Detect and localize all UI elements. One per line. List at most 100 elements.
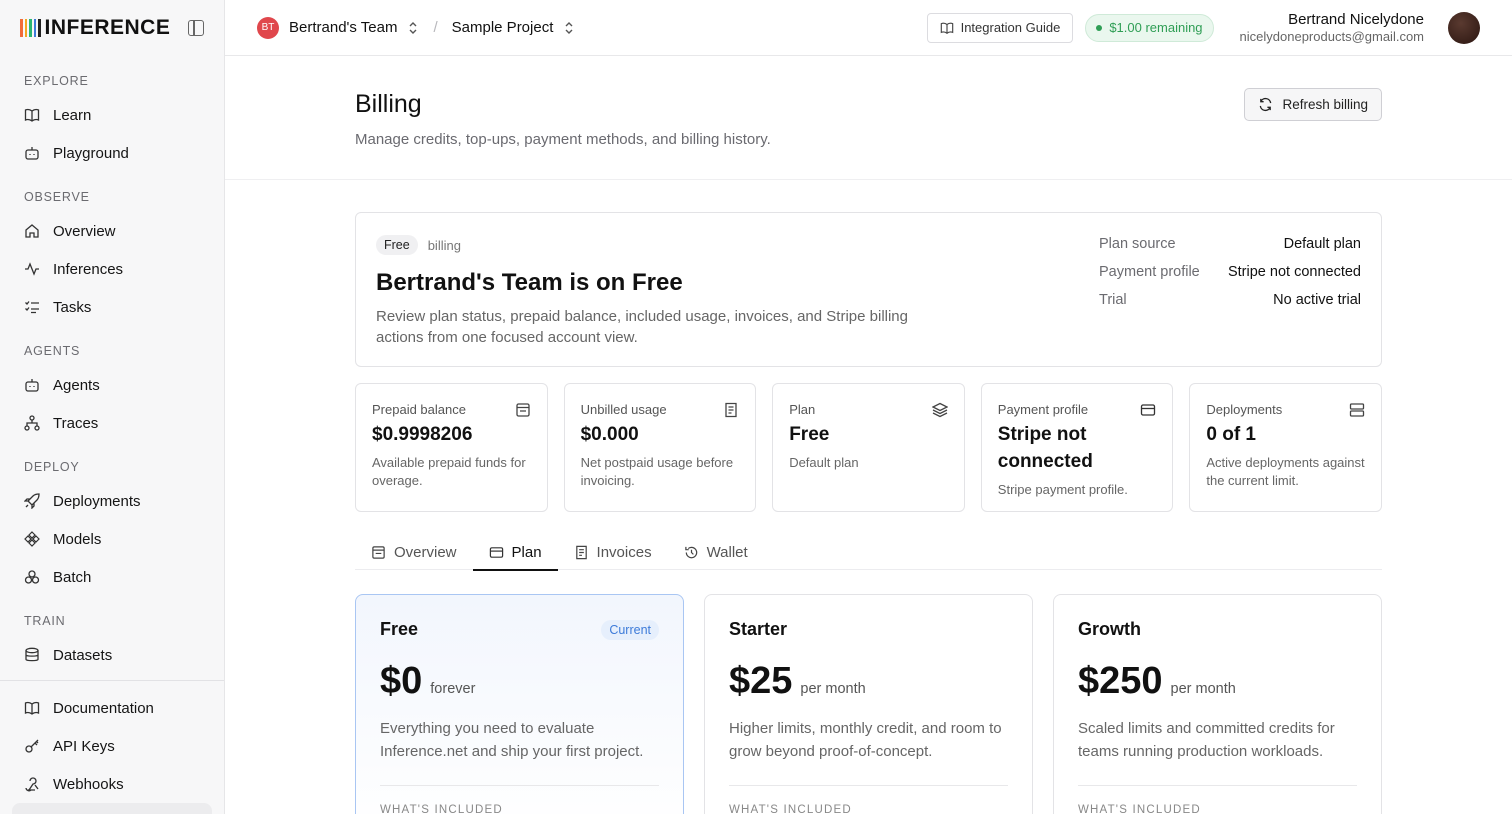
stat-card-deployments: Deployments 0 of 1 Active deployments agai… (1189, 383, 1382, 512)
logo-bar (38, 19, 41, 37)
detail-key: Payment profile (1099, 264, 1200, 280)
plan-amount: $0 (380, 660, 423, 702)
plan-card-free[interactable]: Free Current $0 forever Everything you need … (355, 594, 684, 814)
sidebar-item-label: Playground (53, 144, 129, 162)
project-switcher[interactable]: Sample Project (452, 19, 576, 36)
stat-value: $0.000 (580, 424, 639, 445)
network-icon (24, 415, 40, 431)
user-info[interactable]: Bertrand Nicelydone nicelydoneproducts@g… (1240, 11, 1424, 44)
plan-summary-card: Free billing Bertrand's Team is on Free … (355, 212, 1382, 367)
summary-detail-row: Plan source Default plan (1099, 235, 1361, 263)
sidebar-item-documentation[interactable]: Documentation (0, 689, 224, 727)
sidebar-item-datasets[interactable]: Datasets (0, 636, 224, 674)
sidebar-section-label: TRAIN (24, 614, 66, 628)
sidebar-footer-nav: Documentation API Keys Webhooks Billing (0, 689, 224, 814)
sidebar-item-label: Traces (53, 414, 99, 432)
key-icon (25, 739, 39, 753)
plan-included-label: WHAT'S INCLUDED (729, 804, 852, 814)
receipt-icon (575, 545, 587, 559)
topbar: BT Bertrand's Team / Sample Project Inte… (225, 0, 1512, 56)
plan-price: $25 per month (729, 660, 1008, 703)
sidebar-item-label: Datasets (53, 646, 113, 664)
book-icon (24, 108, 40, 122)
boxes-icon (24, 570, 40, 584)
sidebar-item-inferences[interactable]: Inferences (0, 250, 224, 288)
stat-card-payment-profile: Payment profile Stripe not connected Strip… (980, 383, 1174, 512)
stat-value: $0.9998206 (372, 424, 473, 445)
page-header: Billing Manage credits, top-ups, payment… (225, 56, 1512, 180)
robot-icon (25, 147, 39, 160)
plan-card-growth[interactable]: Growth $250 per month Scaled limits and com… (1053, 594, 1382, 814)
sidebar-item-api-keys[interactable]: API Keys (0, 727, 224, 765)
list-check-icon (25, 301, 39, 314)
brand-name: INFERENCE (44, 16, 171, 39)
card-icon (489, 546, 503, 558)
page-title: Billing (355, 90, 422, 118)
server-icon (1349, 403, 1365, 417)
chevron-up-down-icon (565, 21, 573, 34)
wallet-icon (515, 403, 530, 417)
sidebar-item-tasks[interactable]: Tasks (0, 288, 224, 326)
sidebar-item-webhooks[interactable]: Webhooks (0, 765, 224, 803)
tab-invoices[interactable]: Invoices (558, 534, 668, 570)
status-dot (1096, 24, 1103, 31)
card-icon (1141, 404, 1156, 416)
sidebar-nav: EXPLORE Learn Playground OBSERVE Overview Inf… (0, 74, 224, 674)
sidebar-item-batch[interactable]: Batch (0, 558, 224, 596)
logo-bar (20, 19, 23, 37)
stat-value: 0 of 1 (1206, 424, 1256, 445)
sidebar-item-label: Batch (53, 568, 92, 586)
plans-row: Free Current $0 forever Everything you need … (355, 594, 1382, 814)
summary-details: Plan source Default plan Payment profile St… (1099, 235, 1361, 344)
logo-bar (33, 19, 36, 37)
sidebar-collapse-icon[interactable] (188, 20, 204, 36)
sidebar-item-overview[interactable]: Overview (0, 212, 224, 250)
sidebar-item-traces[interactable]: Traces (0, 404, 224, 442)
history-icon (684, 546, 697, 558)
sidebar-item-billing[interactable]: Billing (12, 803, 212, 814)
sidebar-item-deployments[interactable]: Deployments (0, 482, 224, 520)
sidebar-item-models[interactable]: Models (0, 520, 224, 558)
detail-value: Stripe not connected (1227, 264, 1361, 280)
sidebar-item-label: Overview (53, 222, 116, 240)
book-icon (24, 701, 40, 715)
billing-tabs: Overview Plan Invoices Wallet (355, 534, 1382, 571)
refresh-icon (1260, 97, 1272, 112)
plan-amount: $250 (1078, 660, 1163, 702)
billing-content: Free billing Bertrand's Team is on Free … (225, 180, 1512, 814)
plan-price: $250 per month (1078, 660, 1357, 703)
tab-wallet[interactable]: Wallet (668, 534, 764, 570)
detail-value: No active trial (1273, 292, 1361, 308)
sidebar-item-label: API Keys (53, 737, 115, 755)
book-icon (940, 22, 953, 34)
plan-price: $0 forever (380, 660, 659, 703)
stat-note: Default plan (789, 455, 859, 470)
sidebar-section-label: DEPLOY (24, 460, 80, 474)
refresh-billing-button[interactable]: Refresh billing (1244, 88, 1382, 121)
brand-bar: INFERENCE (0, 0, 224, 56)
plan-card-starter[interactable]: Starter $25 per month Higher limits, monthl… (704, 594, 1033, 814)
sidebar-item-playground[interactable]: Playground (0, 134, 224, 172)
sidebar-item-label: Webhooks (53, 775, 124, 793)
tab-plan[interactable]: Plan (472, 534, 558, 571)
team-name: Bertrand's Team (289, 19, 398, 36)
stat-label: Payment profile (997, 402, 1089, 417)
plan-description: Scaled limits and committed credits for … (1078, 720, 1335, 760)
user-avatar[interactable] (1448, 11, 1480, 44)
sidebar-item-learn[interactable]: Learn (0, 96, 224, 134)
summary-detail-row: Trial No active trial (1099, 291, 1361, 319)
plan-divider (729, 785, 1008, 786)
plan-period: forever (430, 681, 476, 697)
tab-overview[interactable]: Overview (355, 534, 473, 570)
plan-period: per month (800, 681, 866, 697)
logo-bars (20, 19, 41, 37)
integration-guide-button[interactable]: Integration Guide (926, 12, 1074, 43)
sidebar-item-agents[interactable]: Agents (0, 366, 224, 404)
brand-logo[interactable]: INFERENCE (20, 16, 170, 40)
plan-included-label: WHAT'S INCLUDED (1078, 804, 1201, 814)
sidebar-section-label: AGENTS (24, 344, 81, 358)
sidebar-item-label: Inferences (53, 260, 124, 278)
plan-divider (380, 785, 659, 786)
plan-period: per month (1170, 681, 1236, 697)
team-switcher[interactable]: BT Bertrand's Team (257, 16, 419, 39)
